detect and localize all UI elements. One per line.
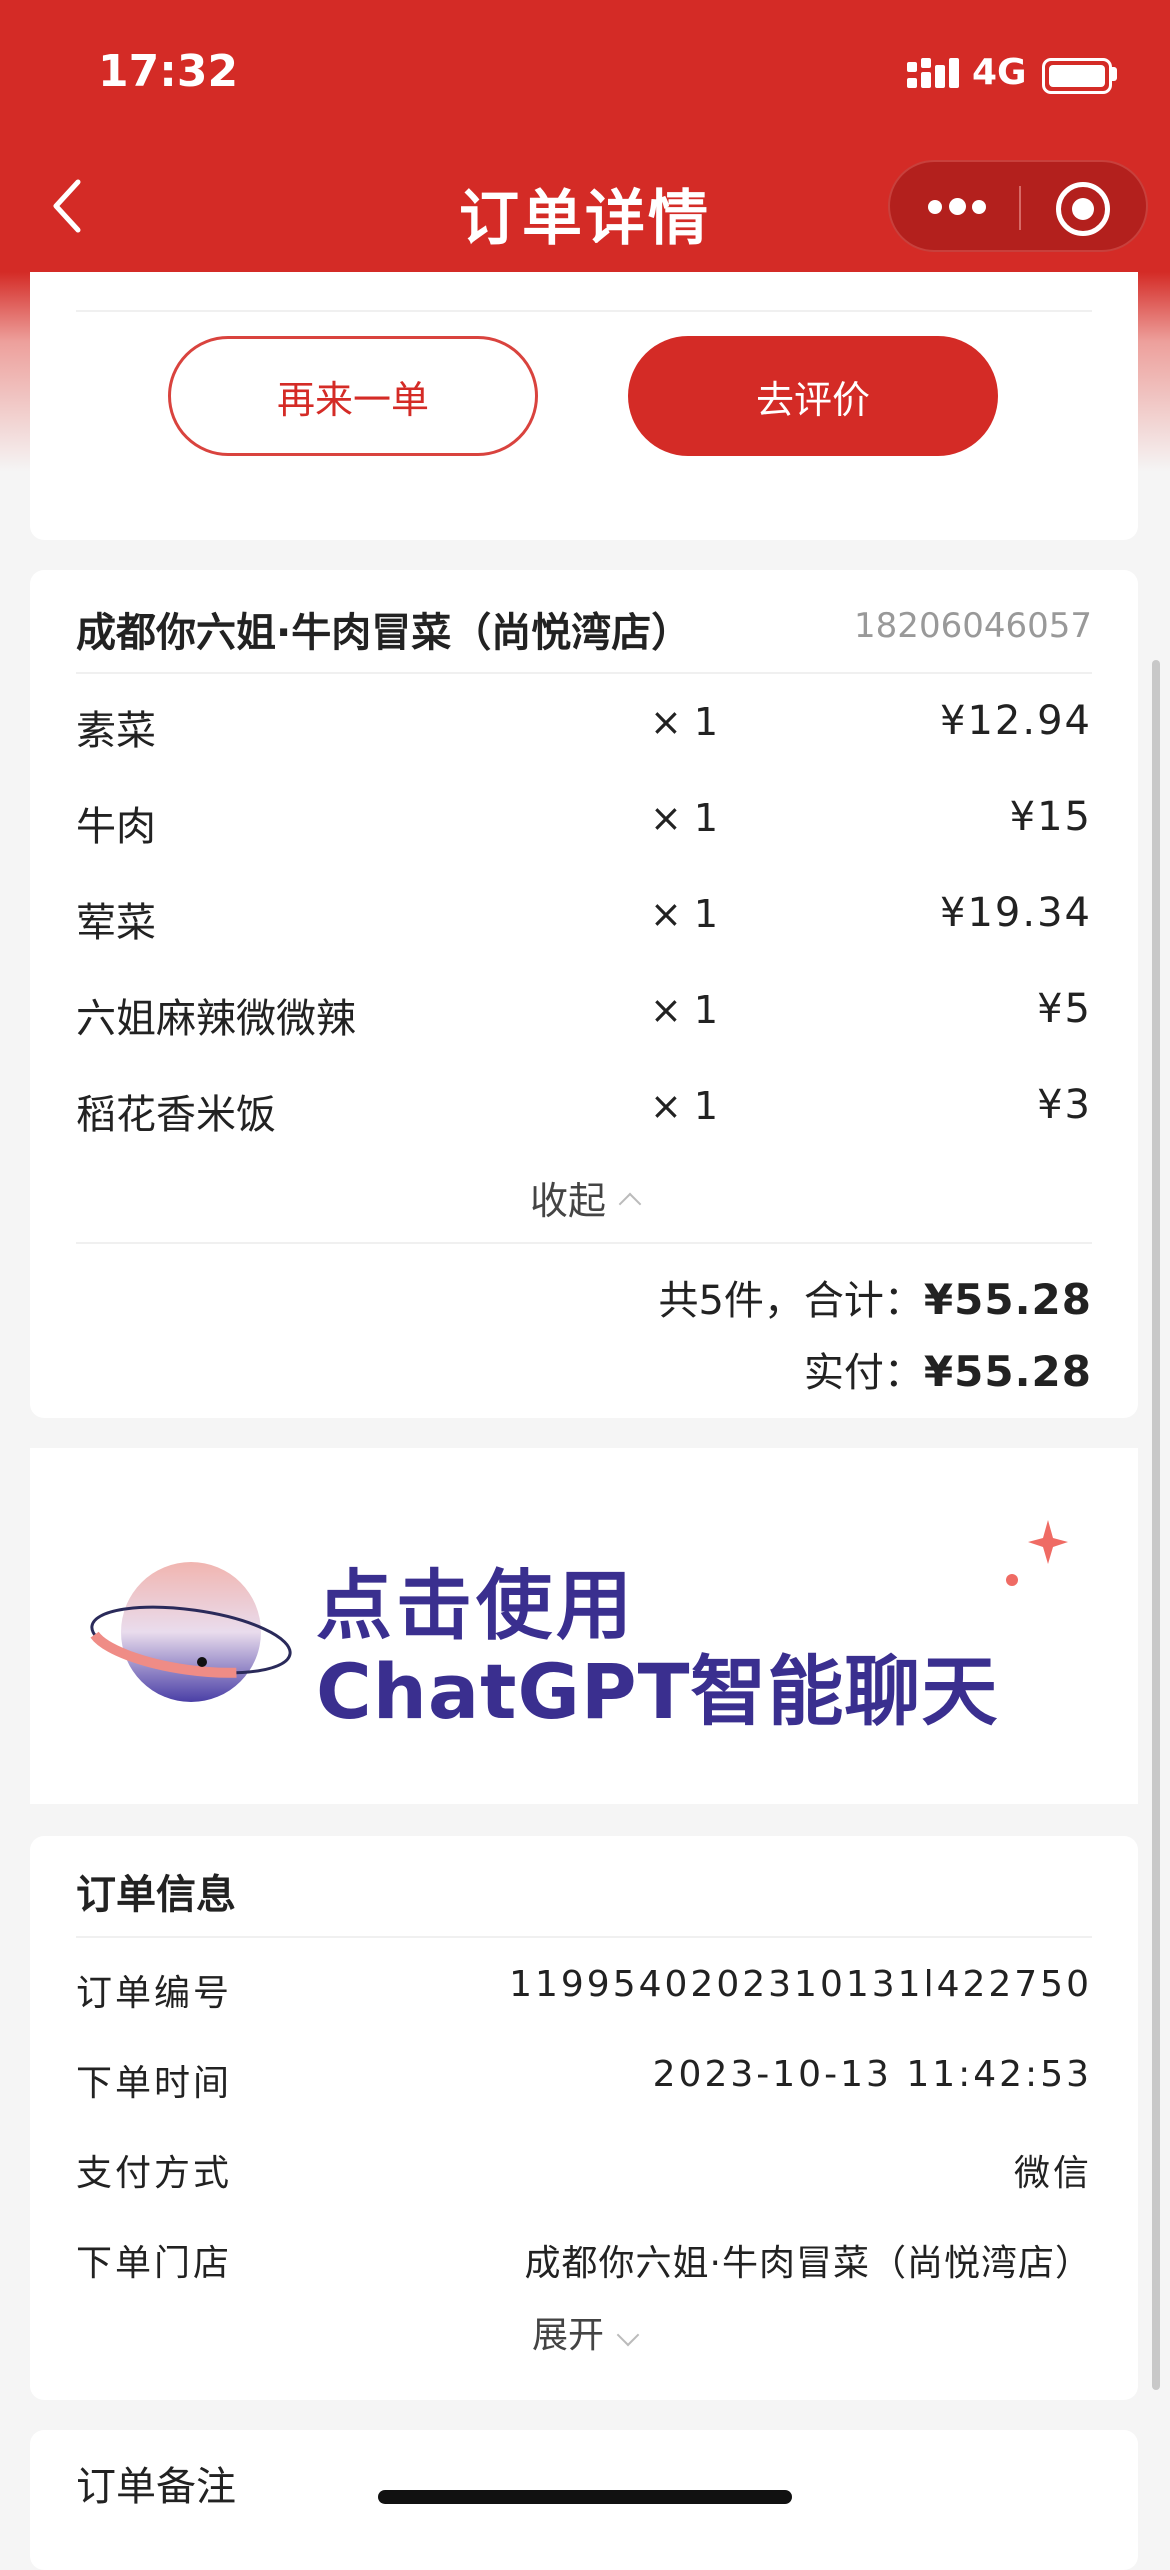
chevron-up-icon xyxy=(618,1192,642,1215)
nav-header: 17:32 4G 订单详情 xyxy=(0,0,1170,272)
scrollbar[interactable] xyxy=(1152,660,1160,2390)
divider xyxy=(76,672,1092,674)
item-price: ¥19.34 xyxy=(940,890,1092,936)
total-row: 共5件，合计：¥55.28 xyxy=(658,1268,1092,1326)
paid-prefix: 实付： xyxy=(803,1350,924,1396)
item-name: 素菜 xyxy=(76,708,156,754)
payment-method-label: 支付方式 xyxy=(76,2153,233,2194)
item-qty: × 1 xyxy=(650,796,719,840)
order-info-title: 订单信息 xyxy=(76,1872,236,1918)
close-miniprogram-icon[interactable] xyxy=(1056,182,1110,236)
payment-method-value: 微信 xyxy=(1013,2153,1092,2194)
item-price: ¥12.94 xyxy=(940,698,1092,744)
item-price: ¥15 xyxy=(1009,794,1092,840)
paid-amount: ¥55.28 xyxy=(923,1347,1092,1396)
order-remark-title: 订单备注 xyxy=(76,2464,236,2510)
item-name: 稻花香米饭 xyxy=(76,1092,276,1138)
item-price: ¥5 xyxy=(1037,986,1092,1032)
chatgpt-banner[interactable]: 点击使用 ChatGPT智能聊天 xyxy=(30,1448,1138,1804)
chevron-down-icon xyxy=(616,2323,640,2347)
store-name[interactable]: 成都你六姐·牛肉冒菜（尚悦湾店） xyxy=(76,600,691,658)
status-time: 17:32 xyxy=(98,46,239,97)
item-qty: × 1 xyxy=(650,988,719,1032)
banner-line2: ChatGPT智能聊天 xyxy=(316,1647,999,1736)
divider xyxy=(76,1242,1092,1244)
collapse-label: 收起 xyxy=(529,1179,606,1223)
item-name: 牛肉 xyxy=(76,804,156,850)
action-card: 再来一单 去评价 xyxy=(30,250,1138,540)
order-items-card: 成都你六姐·牛肉冒菜（尚悦湾店） 18206046057 素菜 × 1 ¥12.… xyxy=(30,570,1138,1418)
home-indicator[interactable] xyxy=(378,2490,792,2504)
item-price: ¥3 xyxy=(1037,1082,1092,1128)
review-button[interactable]: 去评价 xyxy=(628,336,998,456)
order-number-value[interactable]: 1199540202310131l422750 xyxy=(509,1964,1092,2005)
total-amount: ¥55.28 xyxy=(923,1275,1092,1324)
item-name: 荤菜 xyxy=(76,900,156,946)
planet-icon xyxy=(86,1562,296,1702)
paid-row: 实付：¥55.28 xyxy=(804,1340,1092,1398)
order-info-card: 订单信息 订单编号 1199540202310131l422750 下单时间 2… xyxy=(30,1836,1138,2400)
order-number-label: 订单编号 xyxy=(76,1973,233,2014)
expand-label: 展开 xyxy=(531,2315,604,2356)
battery-tip xyxy=(1112,67,1117,81)
total-prefix: 共5件，合计： xyxy=(658,1278,924,1324)
item-qty: × 1 xyxy=(650,1084,719,1128)
divider xyxy=(76,1936,1092,1938)
sparkle-icon xyxy=(1006,1520,1068,1586)
item-qty: × 1 xyxy=(650,892,719,936)
capsule-divider xyxy=(1019,186,1021,230)
store-phone[interactable]: 18206046057 xyxy=(854,606,1092,646)
divider xyxy=(76,310,1092,312)
order-store-value: 成都你六姐·牛肉冒菜（尚悦湾店） xyxy=(524,2243,1092,2284)
order-store-label: 下单门店 xyxy=(76,2243,233,2284)
collapse-toggle[interactable]: 收起 xyxy=(30,1170,1138,1225)
item-qty: × 1 xyxy=(650,700,719,744)
item-name: 六姐麻辣微微辣 xyxy=(76,996,356,1042)
more-menu-icon[interactable] xyxy=(928,194,988,220)
network-type: 4G xyxy=(972,52,1027,93)
miniprogram-capsule xyxy=(888,160,1148,252)
battery-icon xyxy=(1042,58,1112,94)
expand-toggle[interactable]: 展开 xyxy=(30,2306,1138,2358)
reorder-button[interactable]: 再来一单 xyxy=(168,336,538,456)
order-time-label: 下单时间 xyxy=(76,2063,233,2104)
cellular-signal-icon xyxy=(907,58,959,88)
order-time-value: 2023-10-13 11:42:53 xyxy=(652,2054,1092,2095)
